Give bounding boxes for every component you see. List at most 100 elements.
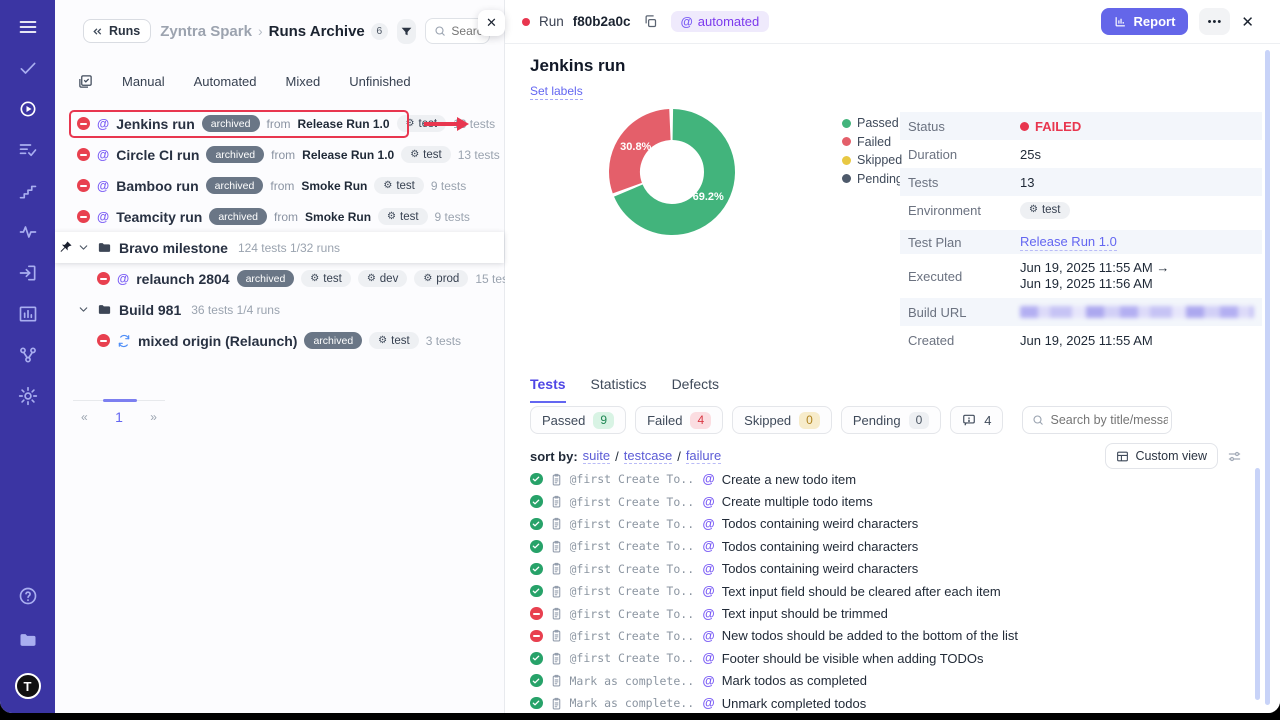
tab-mixed[interactable]: Mixed (286, 74, 321, 89)
sidebar-item-bar-chart[interactable] (17, 303, 39, 325)
failed-status-icon (77, 179, 90, 192)
filter-chip-label: Failed (647, 413, 682, 428)
tests-search[interactable] (1022, 406, 1172, 434)
test-row[interactable]: @first Create To...@Text input should be… (505, 602, 1250, 624)
sidebar-item-help[interactable] (17, 585, 39, 607)
environment-badge: ⚙test (301, 270, 351, 287)
avatar[interactable]: T (15, 673, 41, 699)
test-row[interactable]: @first Create To...@Create a new todo it… (505, 468, 1250, 490)
sliders-icon[interactable] (1227, 449, 1242, 464)
from-label: from (274, 210, 298, 224)
clipboard-icon (550, 652, 563, 665)
gear-icon: ⚙ (423, 274, 432, 284)
tab-automated[interactable]: Automated (194, 74, 257, 89)
info-label: Executed (908, 269, 1020, 284)
check-icon (532, 654, 540, 662)
test-row[interactable]: @first Create To...@Create multiple todo… (505, 490, 1250, 512)
legend-item-pending: Pending (842, 172, 903, 186)
test-row[interactable]: @first Create To...@Text input field sho… (505, 580, 1250, 602)
sidebar-item-list-check[interactable] (17, 139, 39, 161)
run-row[interactable]: @relaunch 2804archived⚙test⚙dev⚙prod15 t… (55, 263, 504, 294)
info-value: 25s (1020, 147, 1041, 162)
filter-chip-label: Pending (853, 413, 901, 428)
test-row[interactable]: @first Create To...@Todos containing wei… (505, 535, 1250, 557)
folder-name: Build 981 (119, 302, 181, 318)
set-labels-link[interactable]: Set labels (530, 84, 583, 100)
clipboard-icon (550, 540, 563, 553)
automated-at-icon: @ (703, 472, 715, 486)
detail-tab-defects[interactable]: Defects (672, 376, 719, 403)
copy-icon[interactable] (643, 14, 658, 29)
close-panel-button[interactable]: ✕ (478, 10, 505, 36)
report-button[interactable]: Report (1101, 8, 1189, 35)
close-detail-button[interactable]: ✕ (1241, 13, 1254, 31)
gear-icon: ⚙ (1029, 205, 1038, 215)
run-name: Bamboo run (116, 178, 198, 194)
folder-row[interactable]: Build 98136 tests 1/4 runs (55, 294, 504, 325)
test-row[interactable]: @first Create To...@Todos containing wei… (505, 558, 1250, 580)
detail-tab-statistics[interactable]: Statistics (591, 376, 647, 403)
clipboard-icon (550, 473, 563, 486)
pagination-page-1[interactable]: 1 (115, 409, 123, 425)
select-all-icon[interactable] (78, 74, 93, 89)
sidebar-item-sign-in[interactable] (17, 262, 39, 284)
sidebar-item-gear[interactable] (17, 385, 39, 407)
breadcrumb: Zyntra Spark › Runs Archive 6 (160, 23, 388, 40)
detail-tab-tests[interactable]: Tests (530, 376, 566, 403)
sort-by-testcase-link[interactable]: testcase (624, 448, 672, 464)
test-row[interactable]: Mark as complete...@Unmark completed tod… (505, 692, 1250, 713)
automated-badge[interactable]: @ automated (671, 11, 770, 32)
info-row-environment: Environment⚙test (900, 196, 1262, 224)
filter-button[interactable] (397, 19, 417, 44)
back-to-runs-button[interactable]: Runs (83, 19, 151, 43)
comments-filter-chip[interactable]: 4 (950, 406, 1003, 434)
sidebar-item-play-circle[interactable] (17, 98, 39, 120)
run-row[interactable]: mixed origin (Relaunch)archived⚙test3 te… (55, 325, 504, 356)
legend-item-skipped: Skipped (842, 153, 903, 167)
filter-chip-pending[interactable]: Pending0 (841, 406, 941, 434)
run-name: Teamcity run (116, 209, 202, 225)
tab-unfinished[interactable]: Unfinished (349, 74, 410, 89)
folder-row[interactable]: Bravo milestone124 tests 1/32 runs (55, 232, 504, 263)
pagination-prev-button[interactable]: « (81, 410, 88, 424)
test-row[interactable]: @first Create To...@Todos containing wei… (505, 513, 1250, 535)
filter-chip-skipped[interactable]: Skipped0 (732, 406, 832, 434)
custom-view-button[interactable]: Custom view (1105, 443, 1218, 469)
sidebar-item-menu[interactable] (17, 16, 39, 38)
sidebar-item-activity[interactable] (17, 221, 39, 243)
gear-icon: ⚙ (367, 274, 376, 284)
breadcrumb-project[interactable]: Zyntra Spark (160, 23, 252, 40)
filter-chip-passed[interactable]: Passed9 (530, 406, 626, 434)
test-suite-path: @first Create To... (570, 607, 696, 621)
filter-chip-failed[interactable]: Failed4 (635, 406, 723, 434)
run-row[interactable]: @Jenkins runarchivedfromRelease Run 1.0⚙… (55, 108, 504, 139)
run-row[interactable]: @Bamboo runarchivedfromSmoke Run⚙test9 t… (55, 170, 504, 201)
status-dot (1020, 122, 1029, 131)
test-row[interactable]: Mark as complete...@Mark todos as comple… (505, 670, 1250, 692)
more-options-button[interactable]: ••• (1199, 8, 1230, 35)
projects-icon (18, 630, 38, 650)
sort-by-suite-link[interactable]: suite (583, 448, 610, 464)
from-label: from (270, 179, 294, 193)
sidebar-item-check[interactable] (17, 57, 39, 79)
passed-status-icon (530, 495, 543, 508)
test-row[interactable]: @first Create To...@Footer should be vis… (505, 647, 1250, 669)
test-row[interactable]: @first Create To...@New todos should be … (505, 625, 1250, 647)
run-row[interactable]: @Circle CI runarchivedfromRelease Run 1.… (55, 139, 504, 170)
run-row[interactable]: @Teamcity runarchivedfromSmoke Run⚙test9… (55, 201, 504, 232)
bar-chart-icon (18, 304, 38, 324)
passed-status-icon (530, 540, 543, 553)
tab-manual[interactable]: Manual (122, 74, 165, 89)
test-plan-link[interactable]: Release Run 1.0 (1020, 234, 1117, 251)
sort-by-failure-link[interactable]: failure (686, 448, 721, 464)
tests-scrollbar[interactable] (1255, 468, 1260, 700)
tests-search-input[interactable] (1050, 413, 1168, 427)
sidebar-item-projects[interactable] (17, 629, 39, 651)
info-label: Created (908, 333, 1020, 348)
passed-status-icon (530, 585, 543, 598)
sidebar-item-branch[interactable] (17, 344, 39, 366)
panel-scrollbar[interactable] (1265, 50, 1270, 705)
clipboard-icon (550, 495, 563, 508)
pagination-next-button[interactable]: » (150, 410, 157, 424)
sidebar-item-steps[interactable] (17, 180, 39, 202)
